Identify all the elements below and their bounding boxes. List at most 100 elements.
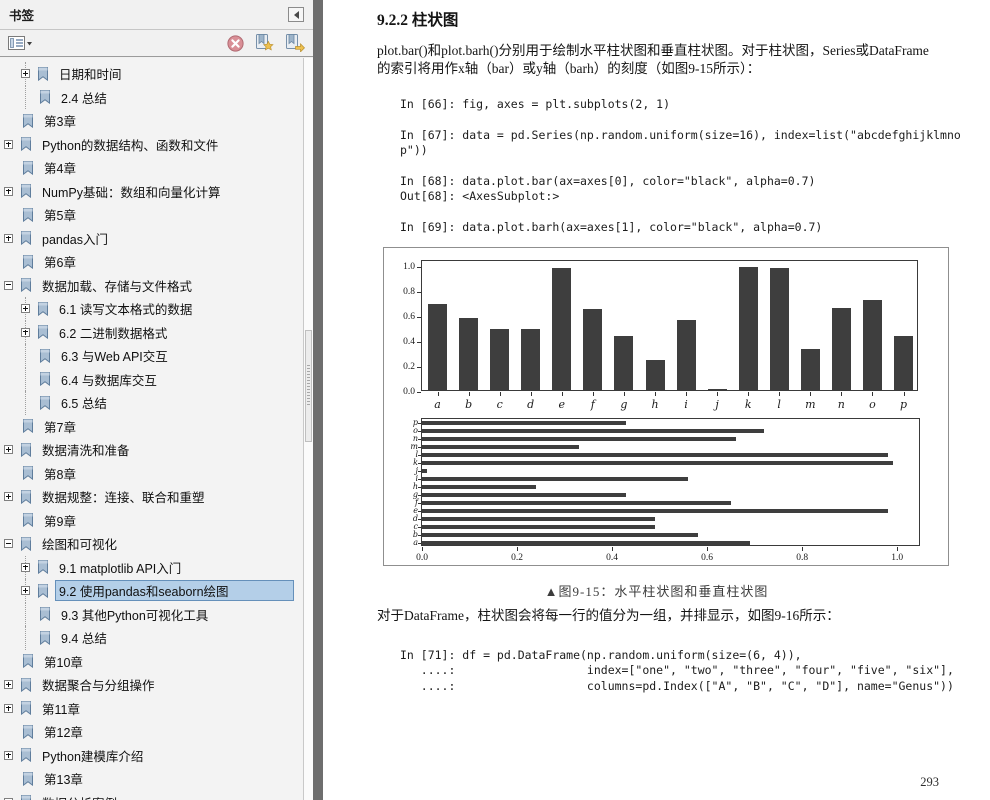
new-bookmark-icon[interactable] (255, 34, 274, 52)
expander-plus-icon[interactable] (4, 492, 13, 501)
expander-plus-icon[interactable] (21, 586, 30, 595)
expander-plus-icon[interactable] (4, 140, 13, 149)
x-tick-mark (810, 392, 811, 396)
bookmark-label: 第11章 (38, 698, 294, 719)
expander-plus-icon[interactable] (21, 328, 30, 337)
page-number: 293 (920, 775, 939, 790)
bookmark-item[interactable]: 2.4 总结 (0, 86, 303, 110)
bookmark-label: 第8章 (40, 463, 294, 484)
bookmark-item[interactable]: 第3章 (0, 109, 303, 133)
bookmark-item[interactable]: 数据规整：连接、联合和重塑 (0, 485, 303, 509)
bookmark-item[interactable]: 第4章 (0, 156, 303, 180)
bookmark-icon (39, 90, 51, 104)
bookmark-icon (22, 114, 34, 128)
x-tick-mark (655, 392, 656, 396)
bookmark-item[interactable]: 9.2 使用pandas和seaborn绘图 (0, 579, 303, 603)
scrollbar-thumb[interactable] (305, 330, 312, 442)
bookmark-icon (20, 701, 32, 715)
bookmark-icon (20, 795, 32, 800)
bookmark-item[interactable]: 第10章 (0, 650, 303, 674)
scrollbar-grip-icon (307, 365, 310, 407)
bookmark-item[interactable]: 6.3 与Web API交互 (0, 344, 303, 368)
x-tick-mark (897, 547, 898, 551)
x-tick-mark (517, 547, 518, 551)
x-tick-mark (531, 392, 532, 396)
y-tick-mark (418, 447, 421, 448)
bookmark-item[interactable]: 6.4 与数据库交互 (0, 368, 303, 392)
bookmark-label: 第12章 (40, 721, 294, 742)
x-tick-mark (717, 392, 718, 396)
bookmark-item[interactable]: 第12章 (0, 720, 303, 744)
bookmarks-title: 书签 (9, 5, 34, 24)
x-tick-mark (707, 547, 708, 551)
bookmark-item[interactable]: 第13章 (0, 767, 303, 791)
hbar (422, 453, 888, 458)
x-tick-label: 0.4 (596, 553, 628, 563)
bookmark-item[interactable]: 第8章 (0, 462, 303, 486)
bookmark-item[interactable]: 6.2 二进制数据格式 (0, 321, 303, 345)
bookmark-icon (22, 208, 34, 222)
x-tick-mark (686, 392, 687, 396)
bookmark-item[interactable]: 6.5 总结 (0, 391, 303, 415)
bookmark-item[interactable]: 6.1 读写文本格式的数据 (0, 297, 303, 321)
x-tick-mark (422, 547, 423, 551)
expander-plus-icon[interactable] (4, 234, 13, 243)
section-heading: 9.2.2 柱状图 (377, 8, 458, 30)
expander-plus-icon[interactable] (4, 187, 13, 196)
collapse-panel-button[interactable] (288, 7, 304, 22)
expander-minus-icon[interactable] (4, 281, 13, 290)
bookmark-item[interactable]: 第11章 (0, 697, 303, 721)
pdf-reader-window: 书签 (0, 0, 990, 800)
bookmark-label: 9.4 总结 (57, 627, 294, 648)
y-tick-mark (418, 479, 421, 480)
bookmark-label: NumPy基础：数组和向量化计算 (38, 181, 294, 202)
bookmark-item[interactable]: NumPy基础：数组和向量化计算 (0, 180, 303, 204)
bookmark-item[interactable]: 绘图和可视化 (0, 532, 303, 556)
bookmark-item[interactable]: 第5章 (0, 203, 303, 227)
expander-plus-icon[interactable] (4, 445, 13, 454)
bookmark-item[interactable]: 数据清洗和准备 (0, 438, 303, 462)
bookmark-item[interactable]: 9.1 matplotlib API入门 (0, 556, 303, 580)
bookmark-item[interactable]: 第9章 (0, 509, 303, 533)
x-tick-label: 0.8 (786, 553, 818, 563)
expander-plus-icon[interactable] (21, 563, 30, 572)
bookmark-item[interactable]: 数据分析案例 (0, 791, 303, 800)
options-menu-icon[interactable] (8, 36, 32, 51)
bookmark-item[interactable]: Python的数据结构、函数和文件 (0, 133, 303, 157)
x-tick-mark (779, 392, 780, 396)
expander-minus-icon[interactable] (4, 539, 13, 548)
bookmark-icon (22, 513, 34, 527)
hbar (422, 509, 888, 514)
y-tick-mark (417, 392, 421, 393)
hbar (422, 525, 655, 530)
delete-bookmark-icon[interactable] (227, 35, 244, 52)
bookmark-item[interactable]: Python建模库介绍 (0, 744, 303, 768)
bookmark-action-icon[interactable] (285, 34, 305, 52)
bookmark-icon (20, 678, 32, 692)
bookmark-item[interactable]: 日期和时间 (0, 62, 303, 86)
bookmark-label: 2.4 总结 (57, 87, 294, 108)
expander-plus-icon[interactable] (4, 680, 13, 689)
expander-plus-icon[interactable] (21, 304, 30, 313)
bookmark-icon (20, 184, 32, 198)
bookmark-item[interactable]: 数据聚合与分组操作 (0, 673, 303, 697)
bookmark-item[interactable]: 第6章 (0, 250, 303, 274)
bookmark-item[interactable]: 第7章 (0, 415, 303, 439)
bookmark-item[interactable]: 9.4 总结 (0, 626, 303, 650)
panel-splitter[interactable] (313, 0, 323, 800)
hbar (422, 485, 536, 490)
y-tick-label: 0.6 (389, 312, 415, 322)
bookmark-icon (37, 560, 49, 574)
expander-plus-icon[interactable] (4, 751, 13, 760)
bookmark-icon (37, 302, 49, 316)
bookmark-item[interactable]: 数据加载、存储与文件格式 (0, 274, 303, 298)
y-tick-mark (417, 292, 421, 293)
expander-plus-icon[interactable] (21, 69, 30, 78)
y-tick-mark (418, 527, 421, 528)
bookmark-item[interactable]: pandas入门 (0, 227, 303, 251)
bookmarks-scrollbar[interactable] (303, 58, 313, 800)
bookmark-label: 数据加载、存储与文件格式 (38, 275, 294, 296)
bookmark-item[interactable]: 9.3 其他Python可视化工具 (0, 603, 303, 627)
expander-plus-icon[interactable] (4, 704, 13, 713)
bookmarks-header: 书签 (0, 0, 313, 30)
